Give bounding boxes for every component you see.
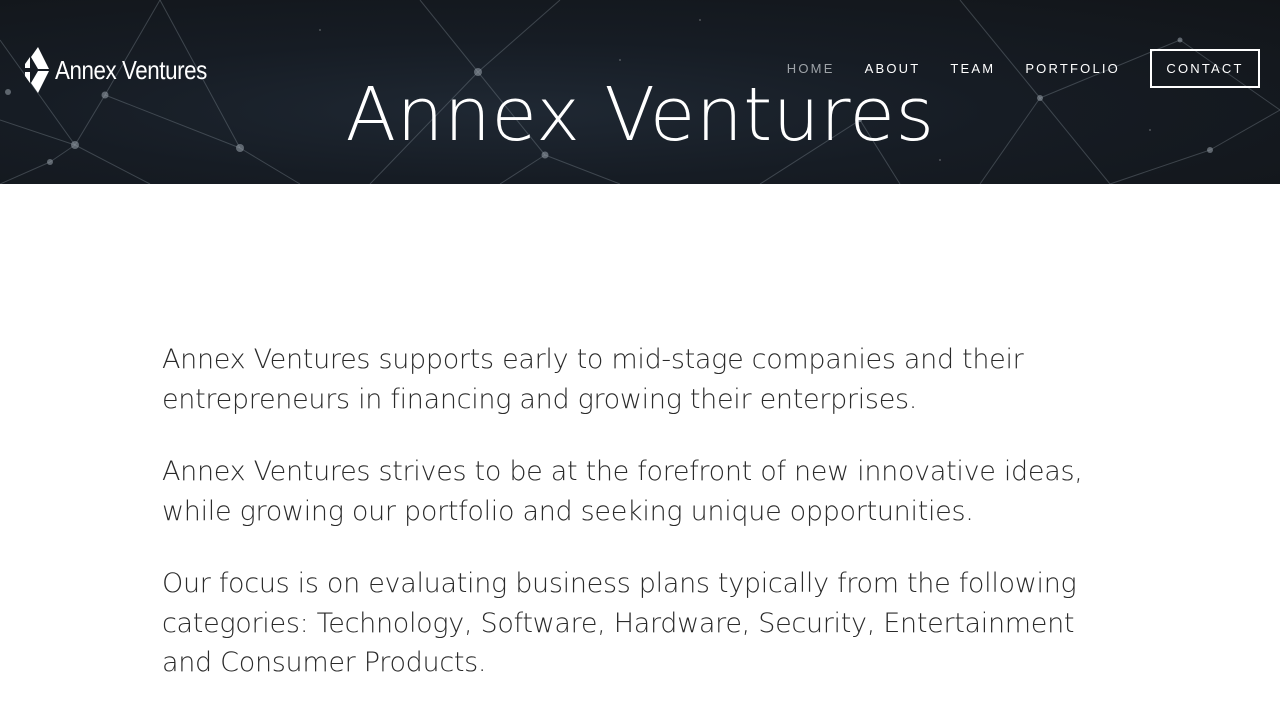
focus-paragraph: Our focus is on evaluating business plan…	[162, 568, 1077, 678]
hero-title: Annex Ventures	[345, 72, 935, 158]
hero-header: Annex Ventures HOME ABOUT TEAM PORTFOLIO…	[0, 0, 1280, 184]
intro-paragraph: Annex Ventures supports early to mid-sta…	[162, 344, 1024, 415]
main-content: Annex Ventures supports early to mid-sta…	[162, 340, 1122, 716]
mission-paragraph: Annex Ventures strives to be at the fore…	[162, 456, 1083, 527]
